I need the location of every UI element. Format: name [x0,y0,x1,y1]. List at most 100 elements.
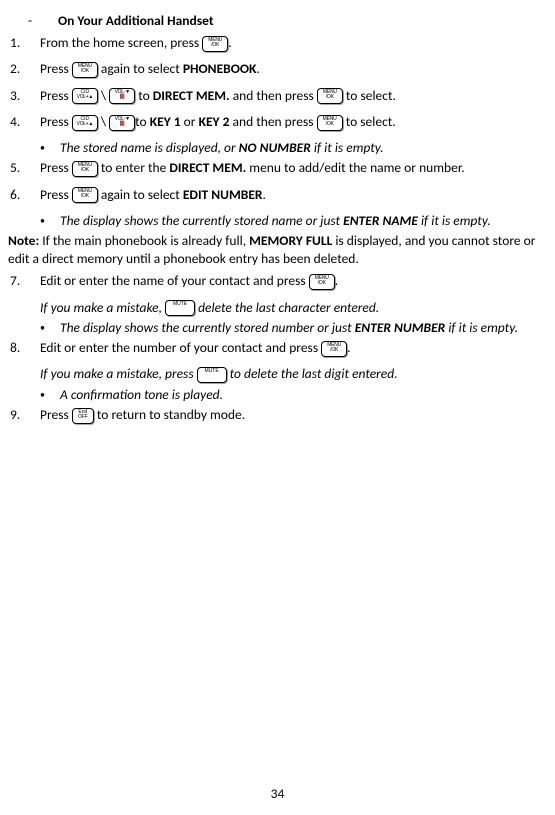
sub-body: The display shows the currently stored n… [60,212,547,230]
text: If the main phonebook is already full, [39,232,249,249]
text: menu to add/edit the name or number. [246,159,464,176]
step-num: 2. [8,60,40,78]
menu-ok-key-icon [309,274,335,290]
text: Press [40,159,72,176]
vol-down-key-icon [109,115,135,131]
text: Press [40,87,72,104]
text: Press [40,406,72,423]
text: \ [98,87,109,104]
step-body: Press \ to KEY 1 or KEY 2 and then press… [40,113,547,135]
step-body: Press to enter the DIRECT MEM. menu to a… [40,159,547,181]
bullet-icon: • [40,212,60,228]
note-label: Note: [8,232,39,249]
bullet-icon: • [40,139,60,155]
menu-ok-key-icon [317,115,343,131]
text: Press [40,60,72,77]
step-num: 1. [8,34,40,52]
step-7-mistake: If you make a mistake, delete the last c… [8,299,547,317]
bold-italic-text: ENTER NUMBER [355,319,446,336]
menu-ok-key-icon [72,161,98,177]
step-body: Press to return to standby mode. [40,406,547,428]
text: Press [40,113,72,130]
step-num: 7. [8,272,40,290]
menu-ok-key-icon [202,36,228,52]
step-8: 8. Edit or enter the number of your cont… [8,339,547,361]
header-title: On Your Additional Handset [58,12,214,30]
step-9: 9. Press to return to standby mode. [8,406,547,428]
step-body: From the home screen, press . [40,34,547,56]
text: . [256,60,259,77]
text: . [263,186,266,203]
italic-text: The display shows the currently stored n… [60,212,343,229]
step-1: 1. From the home screen, press . [8,34,547,56]
italic-text: The display shows the currently stored n… [60,319,355,336]
text: . [347,339,350,356]
step-num: 6. [8,186,40,204]
text: . [228,34,231,51]
sub-body: The display shows the currently stored n… [60,319,547,337]
bullet-icon: • [40,386,60,402]
italic-text: If you make a mistake, press [40,365,197,382]
step-num: 3. [8,87,40,105]
step-body: Press \ to DIRECT MEM. and then press to… [40,87,547,109]
mute-key-icon [197,367,227,383]
step-num: 8. [8,339,40,357]
bullet-icon: • [40,319,60,335]
bold-text: KEY 2 [199,113,230,130]
vol-down-key-icon [109,88,135,104]
italic-text: A confirmation tone is played. [60,386,223,403]
end-off-key-icon [72,408,94,424]
italic-text: if it is empty. [445,319,518,336]
step-4-sub: • The stored name is displayed, or NO NU… [8,139,547,157]
step-num: 9. [8,406,40,424]
step-body: Edit or enter the number of your contact… [40,339,547,361]
step-3: 3. Press \ to DIRECT MEM. and then press… [8,87,547,109]
italic-text: delete the last character entered. [195,299,379,316]
text: Edit or enter the name of your contact a… [40,272,309,289]
text: From the home screen, press [40,34,202,51]
bold-text: DIRECT MEM. [153,87,230,104]
bold-text: DIRECT MEM. [169,159,246,176]
bold-italic-text: NO NUMBER [239,139,311,156]
italic-text: to delete the last digit entered. [227,365,398,382]
bold-text: PHONEBOOK [183,60,257,77]
sub-body: A confirmation tone is played. [60,386,547,404]
step-8-sub: • A confirmation tone is played. [8,386,547,404]
italic-text: If you make a mistake, [40,299,165,316]
menu-ok-key-icon [72,62,98,78]
bold-italic-text: ENTER NAME [343,212,418,229]
menu-ok-key-icon [72,187,98,203]
text: again to select [98,60,183,77]
step-7: 7. Edit or enter the name of your contac… [8,272,547,294]
text: Edit or enter the number of your contact… [40,339,321,356]
vol-up-key-icon [72,88,98,104]
text: and then press [230,87,317,104]
italic-text: The stored name is displayed, or [60,139,239,156]
note: Note: If the main phonebook is already f… [8,232,547,268]
bold-text: MEMORY FULL [249,232,332,249]
text: . [335,272,338,289]
header-dash: - [28,12,58,30]
text: \ [98,113,109,130]
step-num: 4. [8,113,40,131]
italic-text: if it is empty. [311,139,384,156]
text: to enter the [98,159,170,176]
vol-up-key-icon [72,115,98,131]
step-8-mistake: If you make a mistake, press to delete t… [8,365,547,383]
step-7-sub: • The display shows the currently stored… [8,319,547,337]
section-header: - On Your Additional Handset [8,12,547,30]
italic-text: if it is empty. [418,212,491,229]
mute-key-icon [165,300,195,316]
text: Press [40,186,72,203]
step-body: Press again to select PHONEBOOK. [40,60,547,82]
bold-text: EDIT NUMBER [183,186,263,203]
step-6-sub: • The display shows the currently stored… [8,212,547,230]
step-5: 5. Press to enter the DIRECT MEM. menu t… [8,159,547,181]
text: to select. [343,87,396,104]
text: again to select [98,186,183,203]
step-2: 2. Press again to select PHONEBOOK. [8,60,547,82]
step-num: 5. [8,159,40,177]
step-body: Press again to select EDIT NUMBER. [40,186,547,208]
sub-body: The stored name is displayed, or NO NUMB… [60,139,547,157]
step-body: Edit or enter the name of your contact a… [40,272,547,294]
